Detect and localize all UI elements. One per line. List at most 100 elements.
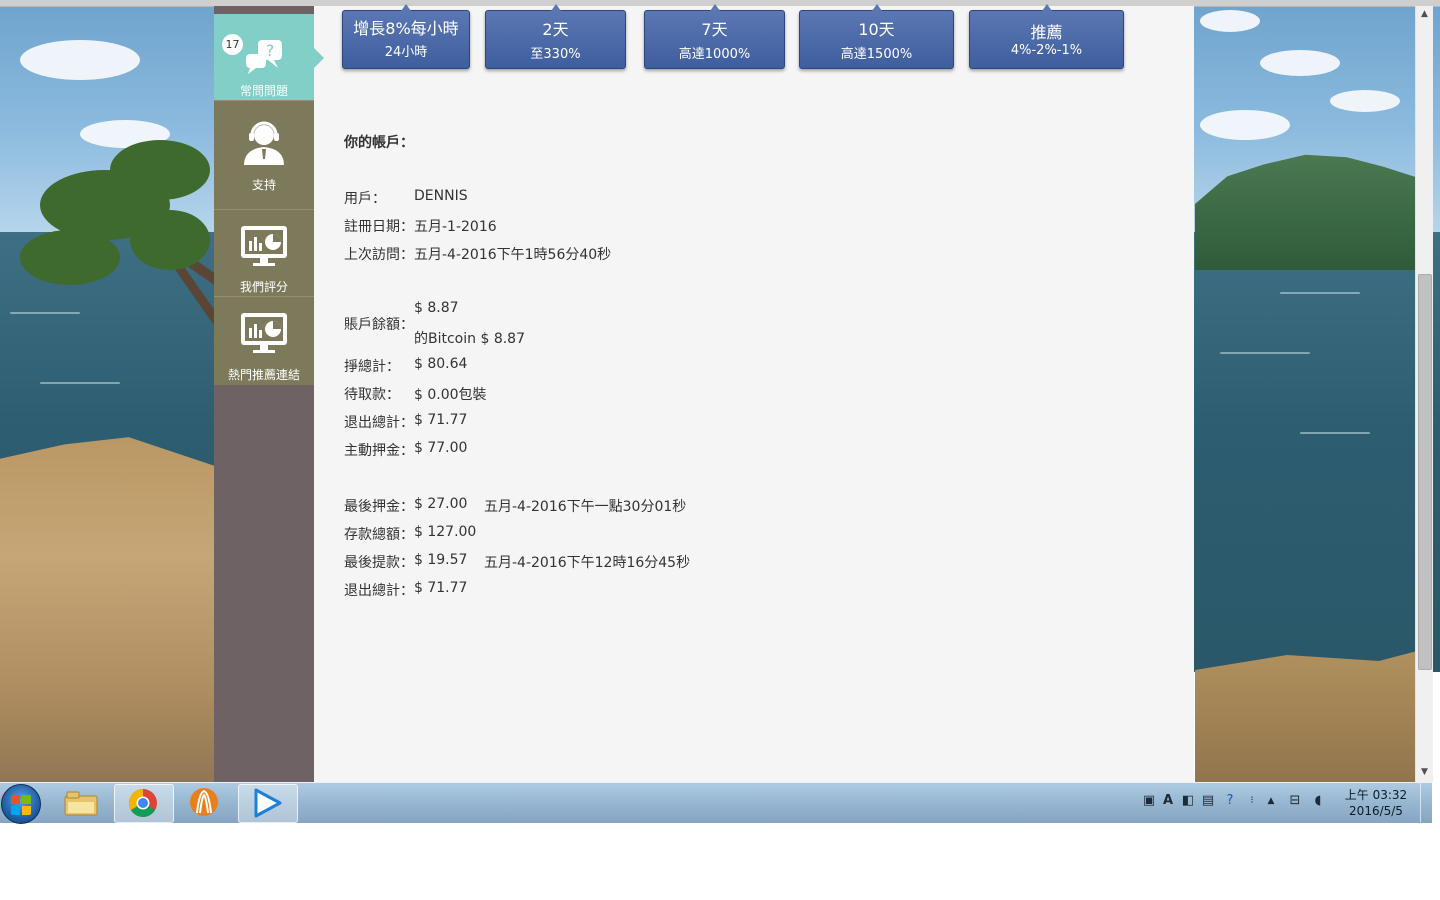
plan-subtitle: 高達1000%	[678, 47, 751, 62]
plan-notch	[872, 4, 882, 11]
wallpaper-wave	[10, 312, 80, 314]
tray-keyboard-icon[interactable]: ▤	[1200, 793, 1216, 809]
active-deposit-label: 主動押金：	[344, 443, 414, 459]
plan-title: 10天	[858, 20, 895, 39]
plan-notch	[551, 4, 561, 11]
plan-box-hourly[interactable]: 增長8%每小時 24小時	[342, 4, 470, 69]
withdrawn-total-label-2: 退出總計：	[344, 583, 414, 599]
last-deposit-date: 五月-4-2016下午一點30分01秒	[484, 499, 687, 515]
last-deposit-label: 最後押金：	[344, 499, 414, 515]
plan-title: 增長8%每小時	[353, 19, 459, 38]
total-deposit-value: $ 127.00	[414, 524, 477, 540]
plan-box-7days[interactable]: 7天 高達1000%	[644, 4, 785, 69]
windows-logo-icon	[11, 806, 20, 815]
plan-subtitle: 至330%	[530, 47, 581, 62]
withdrawn-total-label: 退出總計：	[344, 415, 414, 431]
tray-expand-arrow-icon[interactable]: ▲	[1263, 793, 1279, 809]
scroll-up-arrow-icon[interactable]: ▲	[1416, 6, 1433, 22]
wallpaper-cloud	[20, 40, 140, 80]
last-deposit-value: $ 27.00	[414, 496, 468, 512]
chrome-icon	[129, 789, 157, 817]
faq-count-badge: 17	[222, 34, 243, 55]
wallpaper-cloud	[1200, 10, 1260, 32]
windows-logo-icon	[11, 795, 20, 804]
scroll-down-arrow-icon[interactable]: ▼	[1416, 764, 1433, 780]
wallpaper-tree-leaves	[20, 230, 120, 285]
active-deposit-value: $ 77.00	[414, 440, 468, 456]
windows-taskbar: ▣ A ◧ ▤ ? ⁝ ▲ ⊟ ◖ 上午 03:32 2016/5/5	[0, 782, 1433, 824]
tray-menu-icon[interactable]: ⁝	[1244, 793, 1260, 809]
withdrawn-total-value-2: $ 71.77	[414, 580, 468, 596]
sidebar-item-faq[interactable]: 17 ? 常問問題	[214, 14, 314, 100]
registration-date-label: 註冊日期：	[344, 219, 414, 235]
wallpaper-cloud	[1330, 90, 1400, 112]
wallpaper-wave	[40, 382, 120, 384]
plan-notch	[710, 4, 720, 11]
tray-app-icon[interactable]: ▣	[1141, 793, 1157, 809]
last-withdrawal-value: $ 19.57	[414, 552, 468, 568]
media-player-icon	[254, 788, 282, 818]
sidebar-item-referral-links[interactable]: 熱門推薦連結	[214, 297, 314, 385]
sidebar-item-label: 我們評分	[239, 280, 288, 294]
svg-text:?: ?	[266, 41, 275, 60]
earned-total-value: $ 80.64	[414, 356, 468, 372]
taskbar-chrome[interactable]	[114, 784, 174, 823]
wallpaper-cloud	[1260, 50, 1340, 76]
tray-help-icon[interactable]: ?	[1222, 793, 1238, 809]
wallpaper-wave	[1220, 352, 1310, 354]
tray-window-icon[interactable]: ◧	[1180, 793, 1196, 809]
plan-box-10days[interactable]: 10天 高達1500%	[799, 4, 954, 69]
plan-box-2days[interactable]: 2天 至330%	[485, 4, 626, 69]
taskbar-orange-app[interactable]	[176, 784, 234, 821]
pending-withdrawal-value: $ 0.00包裝	[414, 387, 487, 403]
last-withdrawal-label: 最後提款：	[344, 555, 414, 571]
sidebar-nav: 17 ? 常問問題 支持 我們評分 熱門推薦連結	[214, 6, 314, 782]
scrollbar-thumb[interactable]	[1418, 274, 1432, 670]
taskbar-file-explorer[interactable]	[52, 784, 110, 821]
account-title: 你的帳戶：	[344, 135, 414, 151]
user-label: 用戶：	[344, 191, 386, 207]
tray-input-method-icon[interactable]: A	[1160, 793, 1176, 809]
user-value: DENNIS	[414, 188, 468, 204]
withdrawn-total-value: $ 71.77	[414, 412, 468, 428]
vertical-scrollbar[interactable]: ▲ ▼	[1415, 6, 1433, 782]
plan-subtitle: 4%-2%-1%	[1010, 43, 1083, 58]
tray-network-icon[interactable]: ⊟	[1287, 793, 1303, 809]
balance-value: $ 8.87	[414, 300, 459, 316]
wallpaper-tree-leaves	[110, 140, 210, 200]
plan-title: 2天	[542, 20, 569, 39]
sidebar-item-label: 熱門推薦連結	[227, 368, 300, 382]
sidebar-item-support[interactable]: 支持	[214, 101, 314, 209]
active-item-pointer	[314, 48, 324, 68]
plan-title: 推薦	[1030, 23, 1063, 42]
taskbar-media-player[interactable]	[238, 784, 298, 823]
wallpaper-rock-left	[0, 437, 215, 782]
total-deposit-label: 存款總額：	[344, 527, 414, 543]
wallpaper-tree-leaves	[130, 210, 210, 270]
windows-logo-icon	[22, 806, 31, 815]
tray-volume-icon[interactable]: ◖	[1310, 793, 1326, 809]
plan-title: 7天	[701, 20, 728, 39]
registration-date-value: 五月-1-2016	[414, 219, 497, 235]
taskbar-clock-time[interactable]: 上午 03:32	[1342, 786, 1410, 803]
pending-withdrawal-label: 待取款：	[344, 387, 400, 403]
balance-label: 賬戶餘額：	[344, 317, 414, 333]
plan-notch	[401, 4, 411, 11]
wallpaper-wave	[1300, 432, 1370, 434]
faq-chat-icon: ?	[246, 40, 282, 74]
earned-total-label: 掙總計：	[344, 359, 400, 375]
start-button[interactable]	[1, 784, 41, 824]
show-desktop-button[interactable]	[1420, 783, 1433, 823]
plan-box-referral[interactable]: 推薦 4%-2%-1%	[969, 4, 1124, 69]
taskbar-clock-date[interactable]: 2016/5/5	[1342, 804, 1410, 818]
orange-app-icon	[190, 788, 218, 816]
windows-logo-icon	[22, 795, 31, 804]
plan-subtitle: 24小時	[384, 45, 428, 60]
last-visit-label: 上次訪問：	[344, 247, 414, 263]
wallpaper-cloud	[1200, 110, 1290, 140]
plan-notch	[1042, 4, 1052, 11]
sidebar-item-ratings[interactable]: 我們評分	[214, 210, 314, 296]
support-headset-icon	[244, 121, 284, 165]
monitor-chart-icon	[241, 226, 287, 266]
wallpaper-wave	[1280, 292, 1360, 294]
